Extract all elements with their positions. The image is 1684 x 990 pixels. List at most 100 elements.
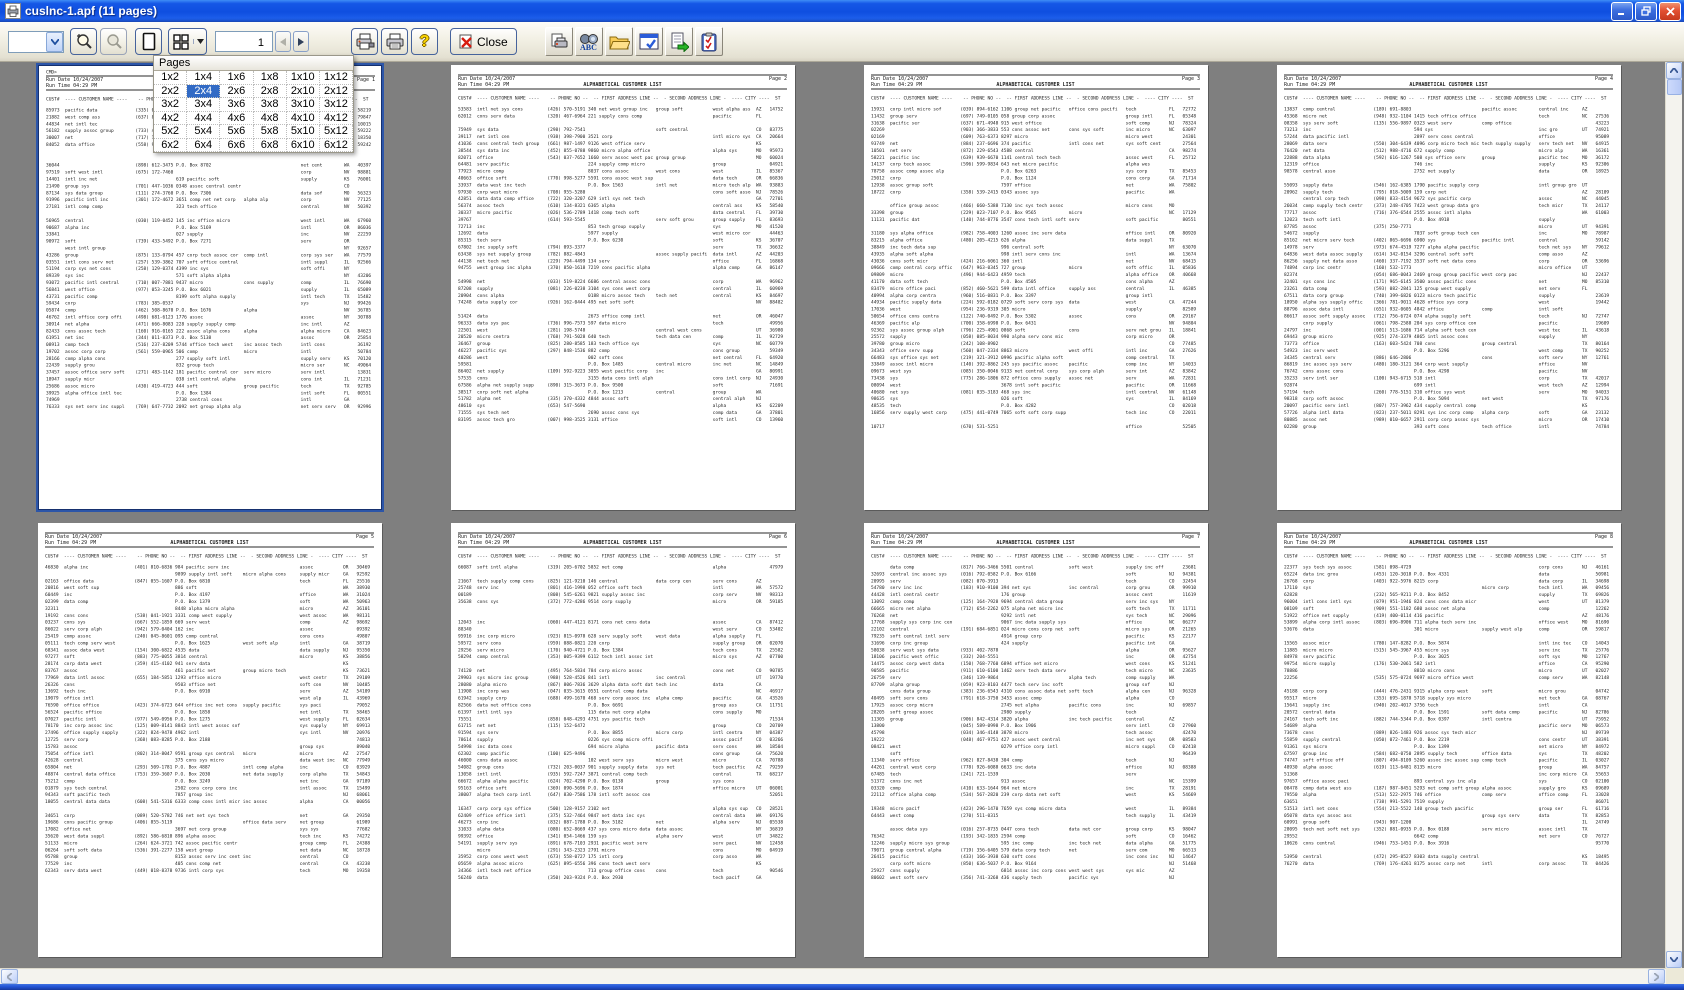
pages-menu-option-3x10[interactable]: 3x10 (287, 98, 320, 112)
pages-menu-option-4x12[interactable]: 4x12 (320, 112, 353, 126)
report-title: ALPHABETICAL CUSTOMER LIST (458, 540, 787, 546)
pages-menu-option-5x6[interactable]: 5x6 (220, 125, 253, 139)
page-thumbnail-8[interactable]: Run Date 10/24/2007Page 8Run Time 04:29 … (1277, 523, 1621, 957)
minimize-button[interactable] (1611, 2, 1633, 21)
report-row: 18055 central data data (608) 541-5316 6… (45, 799, 374, 806)
page-thumbnail-5[interactable]: Run Date 10/24/2007Page 5Run Time 04:29 … (38, 523, 382, 957)
report-columns-header: CUST# ---- CUSTOMER NAME ---- -- PHONE N… (871, 554, 1200, 560)
single-page-view-button[interactable] (135, 28, 162, 55)
report-row: 11885 micro micro (515) 545-3967 455 mic… (1284, 647, 1613, 654)
zoom-level-combo[interactable] (8, 31, 64, 53)
close-window-button[interactable] (1659, 2, 1681, 21)
pages-menu-option-3x2[interactable]: 3x2 (154, 98, 187, 112)
report-row: 76590 office office (423) 374-6723 644 o… (45, 702, 374, 709)
report-row: 43731 pacific comp 8199 soft alpha suppl… (46, 294, 375, 301)
export-page-button[interactable] (665, 27, 693, 56)
pages-menu-option-4x4[interactable]: 4x4 (187, 112, 220, 126)
report-row: 11908 inc corp wes (047) 035-3615 0551 c… (458, 689, 787, 696)
pages-menu-option-2x10[interactable]: 2x10 (287, 85, 320, 99)
page-thumbnail-3[interactable]: Run Date 10/24/2007Page 3Run Time 04:29 … (864, 65, 1208, 510)
pages-menu-option-3x12[interactable]: 3x12 (320, 98, 353, 112)
print-page-button[interactable] (545, 27, 573, 56)
vertical-scroll-thumb[interactable] (1667, 79, 1682, 95)
page-thumbnail-2[interactable]: Run Date 10/24/2007Page 2Run Time 04:29 … (451, 65, 795, 510)
pages-menu-option-5x8[interactable]: 5x8 (254, 125, 287, 139)
pages-menu-option-4x10[interactable]: 4x10 (287, 112, 320, 126)
scroll-left-button[interactable] (1, 969, 18, 984)
folder-icon (608, 33, 630, 51)
page-grid-dropdown-icon[interactable] (193, 39, 206, 44)
report-row: 14137 corp tech assoc (596) 599-9834 643… (871, 162, 1200, 169)
pages-menu-option-4x2[interactable]: 4x2 (154, 112, 187, 126)
verify-checklist-button[interactable] (695, 27, 723, 56)
report-row: 38517 corp soft net alpha P.O. Box 1213 … (458, 389, 787, 396)
report-row: 22377 sys tech sys assoc (581) 098-4729 … (1284, 565, 1613, 572)
pages-menu-option-3x4[interactable]: 3x4 (187, 98, 220, 112)
zoom-in-button[interactable] (70, 28, 97, 55)
report-header-rule (1284, 547, 1613, 548)
pages-menu-option-6x8[interactable]: 6x8 (254, 139, 287, 153)
pages-menu-option-4x8[interactable]: 4x8 (254, 112, 287, 126)
view-options-button[interactable] (635, 27, 663, 56)
pages-menu-option-2x12[interactable]: 2x12 (320, 85, 353, 99)
report-row: 26415 pacific (433) 166-3938 630 soft co… (871, 854, 1200, 861)
horizontal-scrollbar[interactable] (0, 968, 1666, 984)
report-row: 40663 office soft (770) 998-5277 5591 co… (458, 175, 787, 182)
pages-menu-option-6x10[interactable]: 6x10 (287, 139, 320, 153)
report-row: 86819 inc assoc sys serv (480) 180-3121 … (1284, 362, 1613, 369)
help-button[interactable]: ? (411, 28, 438, 55)
pages-menu-option-1x4[interactable]: 1x4 (187, 71, 220, 85)
print-button[interactable] (381, 28, 408, 55)
page-number-input[interactable] (215, 31, 273, 52)
previous-page-button[interactable] (275, 31, 291, 52)
report-row: 82374 (054) 686-0043 2469 group group pa… (1284, 272, 1613, 279)
pages-menu-option-5x10[interactable]: 5x10 (287, 125, 320, 139)
report-row: 09666 comp central corp offic (647) 963-… (871, 265, 1200, 272)
pages-menu-option-3x8[interactable]: 3x8 (254, 98, 287, 112)
report-row: 05659 alpha assoc micro (625) 895-6556 3… (458, 861, 787, 868)
pages-menu-option-2x2[interactable]: 2x2 (154, 85, 187, 99)
zoom-out-button[interactable] (100, 28, 127, 55)
pages-menu-option-5x4[interactable]: 5x4 (187, 125, 220, 139)
report-row: 82566 data net office cons P.O. Box 6691… (458, 702, 787, 709)
scroll-up-button[interactable] (1666, 62, 1682, 79)
pages-menu-option-2x8[interactable]: 2x8 (254, 85, 287, 99)
scroll-right-button[interactable] (1648, 969, 1665, 984)
pages-menu-option-6x2[interactable]: 6x2 (154, 139, 187, 153)
page-thumbnail-7[interactable]: Run Date 10/24/2007Page 7Run Time 04:29 … (864, 523, 1208, 957)
pages-menu-option-2x6[interactable]: 2x6 (220, 85, 253, 99)
report-row: 56841 west office (977) 053-3245 P.O. Bo… (46, 287, 375, 294)
pages-menu-option-6x4[interactable]: 6x4 (187, 139, 220, 153)
pages-menu-option-1x2[interactable]: 1x2 (154, 71, 187, 85)
close-preview-button[interactable]: Close (450, 28, 517, 55)
pages-menu-option-6x6[interactable]: 6x6 (220, 139, 253, 153)
help-icon: ? (420, 33, 430, 51)
report-row: 17082 office net 3697 net corp group sys… (45, 827, 374, 834)
pages-menu-option-5x2[interactable]: 5x2 (154, 125, 187, 139)
combo-dropdown-icon[interactable] (46, 32, 63, 52)
pages-menu-option-5x12[interactable]: 5x12 (320, 125, 353, 139)
open-folder-button[interactable] (605, 27, 633, 56)
report-row: 12246 supply micro sys group 595 inc com… (871, 840, 1200, 847)
restore-button[interactable] (1635, 2, 1657, 21)
report-row: 60449 inc P.O. Box 4197 office WA 31024 (45, 592, 374, 599)
pages-menu-option-1x12[interactable]: 1x12 (320, 71, 353, 85)
pages-menu-option-1x8[interactable]: 1x8 (254, 71, 287, 85)
page-thumbnail-4[interactable]: Run Date 10/24/2007Page 4Run Time 04:29 … (1277, 65, 1621, 510)
pages-menu-option-3x6[interactable]: 3x6 (220, 98, 253, 112)
pages-menu-option-4x6[interactable]: 4x6 (220, 112, 253, 126)
clipboard-checkmarks-icon (700, 32, 718, 52)
printer-setup-button[interactable] (351, 28, 378, 55)
report-row: 64481 serv pacific 224 supply comp micro… (458, 162, 787, 169)
pages-menu-option-2x4[interactable]: 2x4 (187, 85, 220, 99)
pages-menu-option-6x12[interactable]: 6x12 (320, 139, 353, 153)
page-thumbnail-6[interactable]: Run Date 10/24/2007Page 6Run Time 04:29 … (451, 523, 795, 957)
next-page-button[interactable] (293, 31, 309, 52)
pages-menu-option-1x6[interactable]: 1x6 (220, 71, 253, 85)
report-row: 42628 central 375 cons sys micro data we… (45, 758, 374, 765)
vertical-scrollbar[interactable] (1665, 62, 1682, 968)
multi-page-view-button[interactable] (168, 28, 207, 55)
find-text-button[interactable]: ABC (575, 27, 603, 56)
scroll-down-button[interactable] (1666, 951, 1682, 968)
pages-menu-option-1x10[interactable]: 1x10 (287, 71, 320, 85)
